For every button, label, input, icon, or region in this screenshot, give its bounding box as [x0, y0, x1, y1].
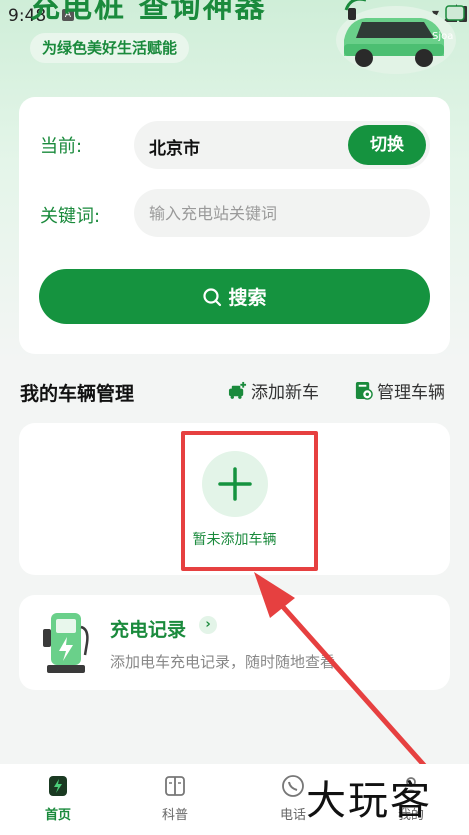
charging-record-description: 添加电车充电记录，随时随地查看: [110, 653, 336, 671]
current-city-label: 当前:: [40, 136, 83, 157]
home-charge-icon: [49, 776, 67, 796]
chevron-right-icon: ›: [199, 616, 217, 634]
phone-icon: [282, 775, 304, 797]
charging-record-card[interactable]: 充电记录 › 添加电车充电记录，随时随地查看: [19, 595, 450, 690]
manage-car-icon: [355, 381, 373, 400]
image-watermark: Sjoa: [432, 31, 454, 42]
charging-station-icon: [43, 613, 89, 673]
add-new-vehicle-link[interactable]: 添加新车: [228, 378, 319, 403]
search-button-label: 搜索: [228, 288, 267, 309]
city-selector: 北京市 切换: [134, 121, 430, 169]
hero-title: 充电桩 查询神器: [30, 0, 267, 25]
add-car-icon: [228, 381, 247, 399]
overlay-watermark: 大玩客: [306, 778, 432, 824]
tab-home-label: 首页: [44, 808, 71, 823]
tab-home[interactable]: 首页: [18, 774, 98, 823]
keyword-label: 关键词:: [40, 206, 101, 227]
switch-city-button[interactable]: 切换: [348, 125, 426, 165]
search-button[interactable]: 搜索: [39, 269, 430, 324]
tab-science-label: 科普: [161, 808, 188, 823]
tab-phone-label: 电话: [279, 808, 306, 823]
current-city: 北京市: [149, 139, 200, 159]
add-vehicle-button[interactable]: [202, 451, 268, 517]
add-new-vehicle-label: 添加新车: [251, 383, 319, 403]
manage-vehicles-link[interactable]: 管理车辆: [354, 378, 445, 403]
search-icon: [203, 287, 222, 306]
plus-icon: [218, 467, 252, 501]
search-card: 当前: 北京市 切换 关键词: 搜索: [19, 97, 450, 354]
slogan-badge: 为绿色美好生活赋能: [30, 33, 190, 63]
manage-vehicles-label: 管理车辆: [377, 383, 445, 403]
keyword-input[interactable]: [134, 189, 430, 237]
vehicle-section-title: 我的车辆管理: [20, 383, 135, 405]
empty-vehicle-text: 暂未添加车辆: [192, 532, 277, 548]
tab-science[interactable]: 科普: [135, 774, 215, 823]
vehicle-card: 暂未添加车辆: [19, 423, 450, 575]
charging-record-title: 充电记录: [110, 619, 187, 641]
book-icon: [165, 776, 185, 796]
